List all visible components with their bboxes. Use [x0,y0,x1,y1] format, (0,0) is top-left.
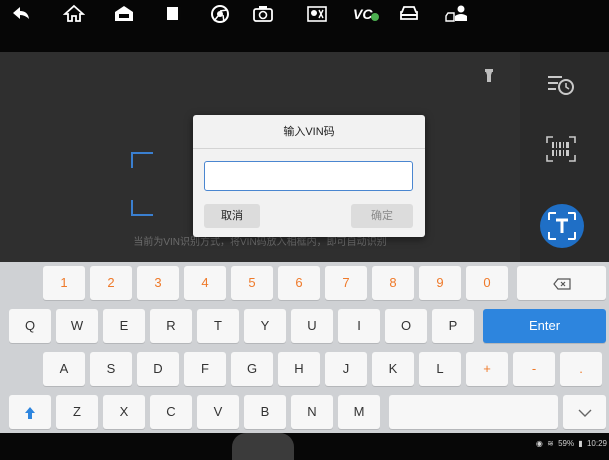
shift-arrow-icon [25,406,35,419]
history-icon[interactable] [548,74,574,96]
key-1[interactable]: 1 [43,266,85,300]
key-z[interactable]: Z [56,395,98,429]
status-bar: ◉ ≋ 59% ▮ 10:29 [534,439,607,448]
key-m[interactable]: M [338,395,380,429]
vci-icon[interactable]: VC [352,4,380,23]
key-a[interactable]: A [43,352,85,386]
key-o[interactable]: O [385,309,427,343]
shift-key[interactable] [9,395,51,429]
settings-icon: ◉ [535,439,543,448]
camera-tab-highlight [232,433,294,460]
chrome-icon[interactable] [209,4,231,23]
key-minus[interactable]: - [513,352,555,386]
key-c[interactable]: C [150,395,192,429]
key-y[interactable]: Y [244,309,286,343]
key-e[interactable]: E [103,309,145,343]
key-p[interactable]: P [432,309,474,343]
key-b[interactable]: B [244,395,286,429]
key-6[interactable]: 6 [278,266,320,300]
key-h[interactable]: H [278,352,320,386]
key-j[interactable]: J [325,352,367,386]
key-u[interactable]: U [291,309,333,343]
flashlight-icon[interactable] [484,69,494,83]
key-5[interactable]: 5 [231,266,273,300]
vin-input-dialog: 输入VIN码 取消 确定 [193,115,425,237]
key-i[interactable]: I [338,309,380,343]
key-period[interactable]: . [560,352,602,386]
key-4[interactable]: 4 [184,266,226,300]
key-plus[interactable]: + [466,352,508,386]
battery-icon: ▮ [578,439,583,448]
key-t[interactable]: T [197,309,239,343]
text-recognition-button[interactable] [540,204,584,248]
dialog-title: 输入VIN码 [193,115,425,149]
key-x[interactable]: X [103,395,145,429]
confirm-button[interactable]: 确定 [351,204,413,228]
key-v[interactable]: V [197,395,239,429]
key-r[interactable]: R [150,309,192,343]
key-s[interactable]: S [90,352,132,386]
back-icon[interactable] [10,4,32,23]
key-l[interactable]: L [419,352,461,386]
car-house-icon[interactable] [113,4,135,23]
text-scan-icon [548,212,576,240]
svg-text:VC: VC [353,6,373,22]
enter-key[interactable]: Enter [483,309,606,343]
key-0[interactable]: 0 [466,266,508,300]
key-k[interactable]: K [372,352,414,386]
backspace-key[interactable] [517,266,606,300]
user-car-icon[interactable] [444,4,470,23]
key-8[interactable]: 8 [372,266,414,300]
chevron-down-icon [578,409,591,417]
barcode-scan-icon[interactable] [546,136,576,162]
on-screen-keyboard: 1 2 3 4 5 6 7 8 9 0 Q W E R T Y U I O P … [0,262,609,433]
clock: 10:29 [586,439,607,448]
screen: 当前为VIN识别方式，将VIN码放入相框内，即可自动识别 输入VIN码 取消 确… [0,0,609,460]
key-q[interactable]: Q [9,309,51,343]
key-3[interactable]: 3 [137,266,179,300]
camera-icon[interactable] [252,4,274,23]
recent-apps-icon[interactable] [163,4,185,23]
scan-frame-corner [131,200,153,216]
key-7[interactable]: 7 [325,266,367,300]
hide-keyboard-key[interactable] [563,395,606,429]
key-n[interactable]: N [291,395,333,429]
battery-level: 59% [558,439,575,448]
key-2[interactable]: 2 [90,266,132,300]
navigation-bar [0,433,609,460]
wifi-icon: ≋ [547,439,554,448]
key-g[interactable]: G [231,352,273,386]
space-key[interactable] [389,395,558,429]
top-bar [0,0,609,52]
vin-input[interactable] [204,161,413,191]
home-icon[interactable] [63,4,85,23]
screenshot-icon[interactable] [306,4,328,23]
key-d[interactable]: D [137,352,179,386]
backspace-icon [552,277,571,290]
key-f[interactable]: F [184,352,226,386]
scan-frame-corner [131,152,153,168]
car-icon[interactable] [398,4,420,23]
key-9[interactable]: 9 [419,266,461,300]
cancel-button[interactable]: 取消 [204,204,260,228]
key-w[interactable]: W [56,309,98,343]
